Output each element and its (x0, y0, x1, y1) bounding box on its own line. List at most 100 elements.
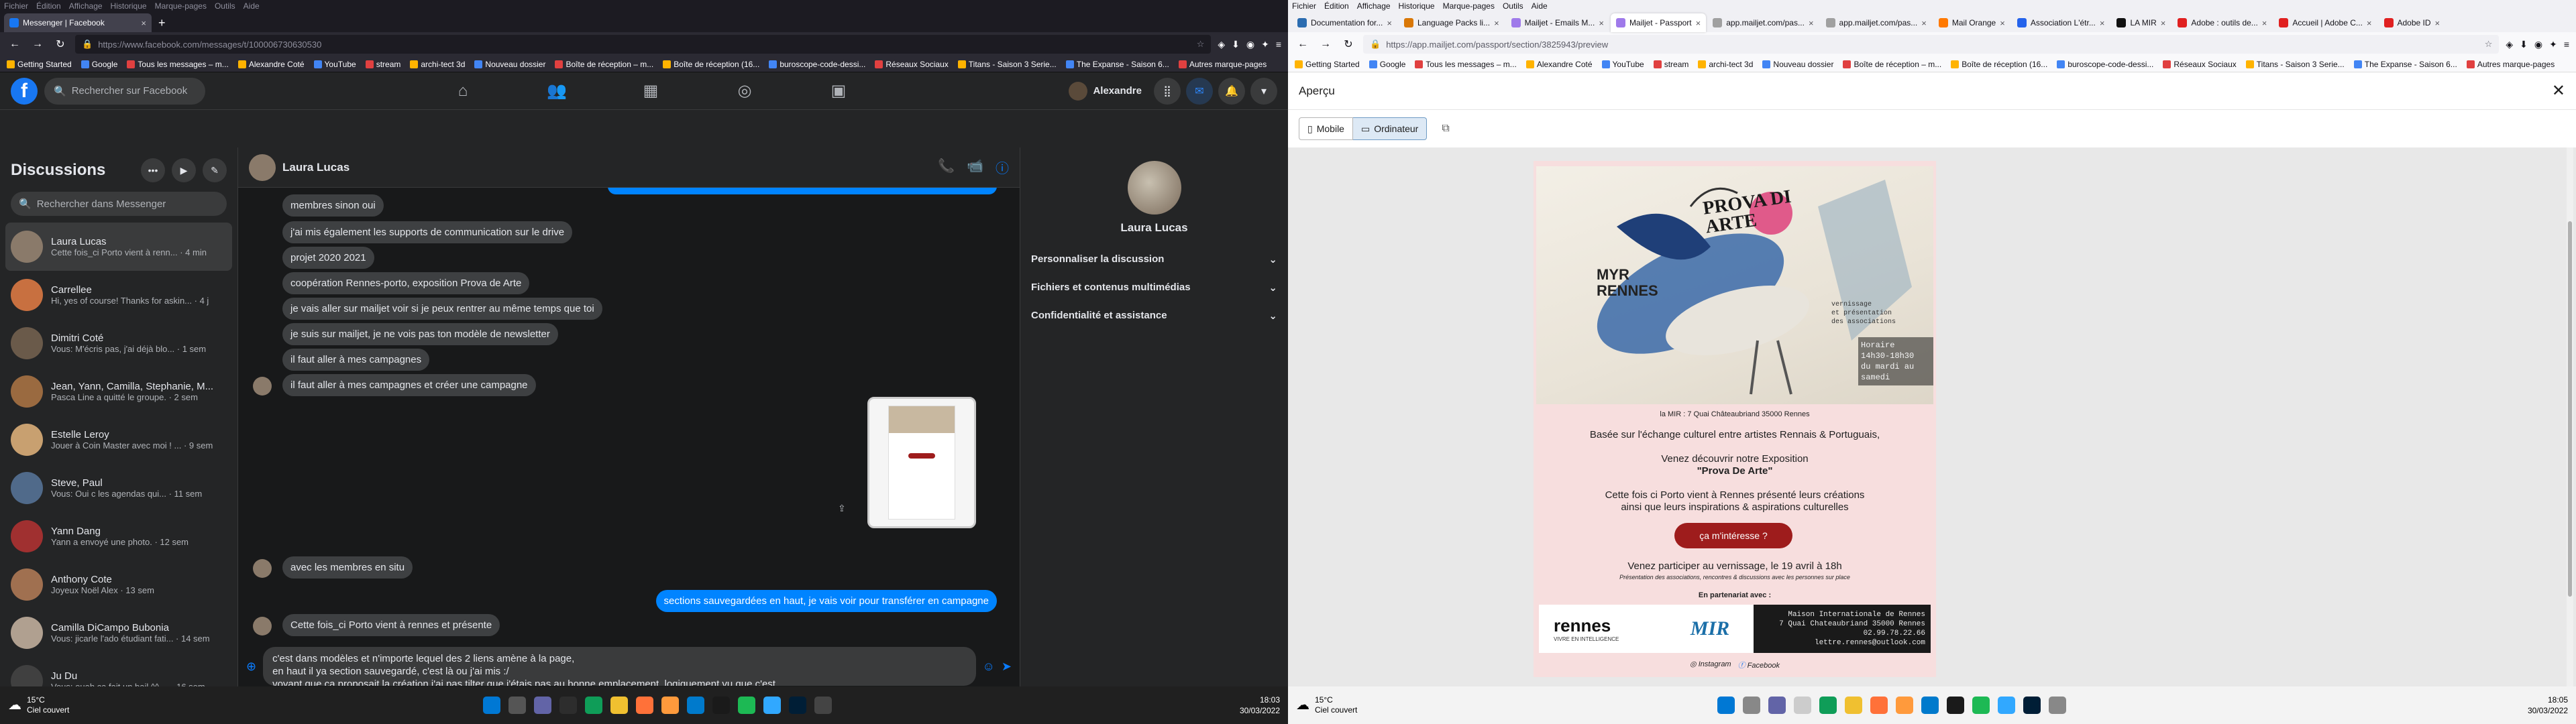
close-icon[interactable]: × (141, 18, 146, 28)
close-icon[interactable]: × (1921, 18, 1927, 28)
app-icon[interactable] (814, 697, 832, 714)
chat-name[interactable]: Laura Lucas (282, 161, 931, 174)
menu-item[interactable]: Fichier (4, 1, 28, 11)
bookmark-item[interactable]: archi-tect 3d (1698, 60, 1753, 69)
browser-tab[interactable]: app.mailjet.com/pas... × (1821, 13, 1932, 32)
vscode-icon[interactable] (687, 697, 704, 714)
conversation-item[interactable]: Jean, Yann, Camilla, Stephanie, M... Pasc… (5, 367, 232, 416)
bookmark-item[interactable]: Boîte de réception – m... (555, 60, 653, 69)
search-icon[interactable] (508, 697, 526, 714)
desktop-view-button[interactable]: ▭ Ordinateur (1352, 117, 1428, 140)
epic-icon[interactable] (712, 697, 730, 714)
clock[interactable]: 18:03 30/03/2022 (1240, 695, 1280, 716)
facebook-search[interactable]: 🔍 Rechercher sur Facebook (44, 77, 205, 105)
account-icon[interactable]: ◉ (1246, 39, 1254, 50)
rotate-icon[interactable]: ⧉ (1442, 123, 1449, 135)
pocket-icon[interactable]: ◈ (1218, 39, 1225, 50)
facebook-logo[interactable]: f (11, 77, 38, 105)
messenger-search[interactable]: 🔍 Rechercher dans Messenger (11, 192, 227, 216)
menu-item[interactable]: Fichier (1292, 1, 1316, 11)
message-input[interactable]: c'est dans modèles et n'importe lequel d… (263, 647, 976, 686)
conversation-item[interactable]: Laura Lucas Cette fois_ci Porto vient à r… (5, 223, 232, 271)
new-tab-button[interactable]: + (153, 13, 171, 32)
conversation-item[interactable]: Carrellee Hi, yes of course! Thanks for a… (5, 271, 232, 319)
spotify-icon[interactable] (1972, 697, 1990, 714)
weather-widget[interactable]: ☁ 15°C Ciel couvert (8, 695, 69, 715)
close-icon[interactable]: × (2161, 18, 2166, 28)
spotify-icon[interactable] (738, 697, 755, 714)
bookmark-item[interactable]: Nouveau dossier (1762, 60, 1833, 69)
home-icon[interactable]: ⌂ (416, 72, 510, 110)
task-view-icon[interactable] (1794, 697, 1811, 714)
bookmark-item[interactable]: Getting Started (1295, 60, 1360, 69)
menu-item[interactable]: Marque-pages (1443, 1, 1495, 11)
bookmark-item[interactable]: Autres marque-pages (1178, 60, 1267, 69)
bookmark-item[interactable]: Boîte de réception – m... (1843, 60, 1941, 69)
epic-icon[interactable] (1947, 697, 1964, 714)
bookmark-item[interactable]: The Expanse - Saison 6... (1065, 60, 1169, 69)
bookmark-item[interactable]: Tous les messages – m... (1415, 60, 1517, 69)
star-icon[interactable]: ☆ (1197, 39, 1205, 50)
browser-tab[interactable]: Documentation for... × (1292, 13, 1397, 32)
bookmark-item[interactable]: Getting Started (7, 60, 72, 69)
download-icon[interactable]: ⬇ (2520, 39, 2528, 50)
browser-tab[interactable]: Language Packs li... × (1399, 13, 1505, 32)
info-icon[interactable]: ⓘ (996, 158, 1009, 177)
close-icon[interactable]: × (1494, 18, 1499, 28)
bookmark-item[interactable]: Boîte de réception (16... (663, 60, 759, 69)
close-icon[interactable]: × (1809, 18, 1814, 28)
bookmark-item[interactable]: YouTube (313, 60, 356, 69)
bookmark-item[interactable]: The Expanse - Saison 6... (2353, 60, 2457, 69)
photoshop-icon[interactable] (763, 697, 781, 714)
search-icon[interactable] (1743, 697, 1760, 714)
emoji-icon[interactable]: ☺ (983, 660, 995, 674)
explorer-icon[interactable] (1845, 697, 1862, 714)
bookmark-item[interactable]: Alexandre Coté (237, 60, 305, 69)
teams-icon[interactable] (534, 697, 551, 714)
download-icon[interactable]: ⬇ (1232, 39, 1240, 50)
url-bar[interactable]: 🔒 https://www.facebook.com/messages/t/10… (75, 35, 1212, 54)
url-bar[interactable]: 🔒 https://app.mailjet.com/passport/secti… (1363, 35, 2500, 54)
browser-tab[interactable]: app.mailjet.com/pas... × (1707, 13, 1819, 32)
weather-widget[interactable]: ☁ 15°C Ciel couvert (1296, 695, 1357, 715)
video-call-icon[interactable]: 📹 (967, 158, 983, 177)
avatar[interactable] (253, 559, 272, 578)
mobile-view-button[interactable]: ▯ Mobile (1299, 117, 1353, 140)
instagram-link[interactable]: ◎ Instagram (1690, 660, 1731, 670)
bookmark-item[interactable]: Réseaux Sociaux (875, 60, 949, 69)
forward-icon[interactable]: → (1318, 38, 1334, 50)
menu-item[interactable]: Historique (111, 1, 147, 11)
browser-tab[interactable]: Mailjet - Passport × (1610, 13, 1707, 32)
avatar[interactable] (253, 377, 272, 396)
reload-icon[interactable]: ↻ (1340, 38, 1356, 51)
task-view-icon[interactable] (559, 697, 577, 714)
premiere-icon[interactable] (2023, 697, 2041, 714)
close-icon[interactable]: × (2367, 18, 2372, 28)
menu-item[interactable]: Édition (1324, 1, 1349, 11)
conversation-item[interactable]: Anthony Cote Joyeux Noël Alex · 13 sem (5, 560, 232, 609)
bookmark-item[interactable]: Google (1368, 60, 1405, 69)
close-icon[interactable]: × (2000, 18, 2005, 28)
browser-tab[interactable]: Mailjet - Emails M... × (1506, 13, 1609, 32)
conversation-item[interactable]: Dimitri Coté Vous: M'écris pas, j'ai déjà… (5, 319, 232, 367)
browser-tab[interactable]: Mail Orange × (1933, 13, 2010, 32)
bookmark-item[interactable]: YouTube (1601, 60, 1644, 69)
menu-item[interactable]: Édition (36, 1, 61, 11)
edge-icon[interactable] (585, 697, 602, 714)
firefox-dev-icon[interactable] (1896, 697, 1913, 714)
app-icon[interactable] (2049, 697, 2066, 714)
firefox-icon[interactable] (636, 697, 653, 714)
back-icon[interactable]: ← (7, 38, 23, 50)
shared-image[interactable] (867, 397, 976, 528)
menu-icon[interactable]: ≡ (2564, 39, 2569, 50)
bookmark-item[interactable]: stream (365, 60, 400, 69)
scrollbar-thumb[interactable] (2568, 221, 2572, 597)
extension-icon[interactable]: ✦ (1261, 39, 1269, 50)
vscode-icon[interactable] (1921, 697, 1939, 714)
bookmark-item[interactable]: Nouveau dossier (474, 60, 545, 69)
profile-button[interactable]: Alexandre (1066, 79, 1148, 103)
bookmark-item[interactable]: Tous les messages – m... (127, 60, 229, 69)
avatar[interactable] (253, 617, 272, 636)
share-icon[interactable]: ⇪ (838, 503, 846, 514)
gaming-icon[interactable]: ▣ (792, 72, 885, 110)
